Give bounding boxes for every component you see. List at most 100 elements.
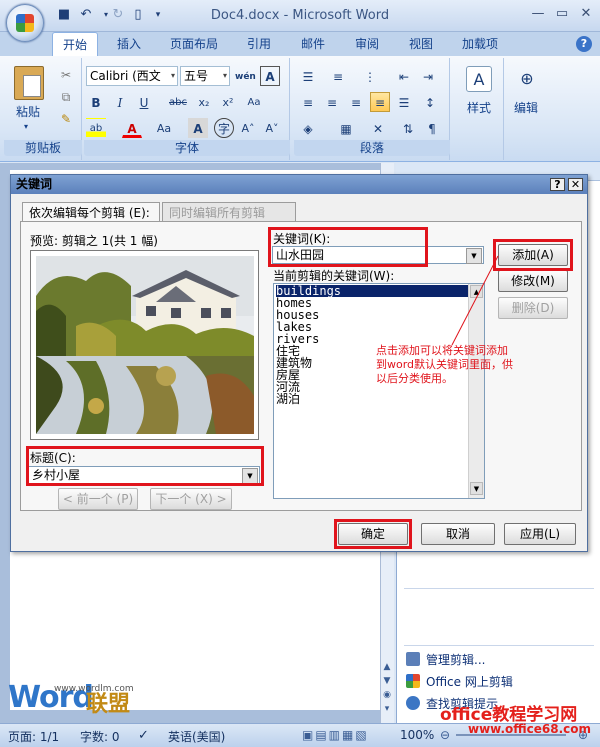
new-document-icon[interactable]: ▯ xyxy=(130,7,146,23)
scroll-nav-icons[interactable]: ▲ ▼ ◉ ▾ xyxy=(381,660,393,720)
tab-review[interactable]: 审阅 xyxy=(344,32,390,56)
distributed-icon[interactable]: ☰ xyxy=(394,92,414,112)
tab-insert[interactable]: 插入 xyxy=(106,32,152,56)
list-item[interactable]: 湖泊 xyxy=(276,393,300,405)
increase-indent-icon[interactable]: ⇥ xyxy=(418,66,438,86)
page-count[interactable]: 页面: 1/1 xyxy=(8,728,59,745)
styles-icon[interactable]: A xyxy=(466,66,492,92)
tab-mailings[interactable]: 邮件 xyxy=(290,32,336,56)
chinese-layout-icon[interactable]: ✕ xyxy=(368,118,388,138)
styles-button[interactable]: 样式 xyxy=(454,98,504,118)
scroll-down-icon[interactable]: ▼ xyxy=(470,482,483,495)
underline-icon[interactable]: U xyxy=(134,92,154,112)
show-marks-icon[interactable]: ¶ xyxy=(422,118,442,138)
align-right-icon[interactable]: ≡ xyxy=(346,92,366,112)
sort-icon[interactable]: ⇅ xyxy=(398,118,418,138)
cut-icon[interactable]: ✂ xyxy=(56,64,76,84)
next-clip-button[interactable]: 下一个 (X) > xyxy=(150,488,232,510)
cottage-painting-icon xyxy=(36,256,254,434)
proofing-icon[interactable]: ✓ xyxy=(138,728,149,743)
tab-page-layout[interactable]: 页面布局 xyxy=(162,32,226,56)
office68-url: www.office68.com xyxy=(468,722,592,736)
help-icon[interactable]: ? xyxy=(576,36,592,52)
decrease-indent-icon[interactable]: ⇤ xyxy=(394,66,414,86)
change-case-icon[interactable]: Aa xyxy=(154,118,174,138)
shrink-font-icon[interactable]: A˅ xyxy=(262,118,282,138)
strikethrough-icon[interactable]: abc xyxy=(168,92,188,112)
close-icon[interactable]: ✕ xyxy=(576,5,596,23)
tab-view[interactable]: 视图 xyxy=(398,32,444,56)
chevron-down-icon[interactable]: ▼ xyxy=(242,468,258,484)
align-center-icon[interactable]: ≡ xyxy=(322,92,342,112)
help-tips-icon xyxy=(406,696,420,710)
line-spacing-icon[interactable]: ↕ xyxy=(420,92,440,112)
annotation-arrow-icon xyxy=(451,255,499,346)
office-online-icon xyxy=(406,674,420,688)
keyword-input-value: 山水田园 xyxy=(276,248,325,262)
font-color-icon[interactable]: A xyxy=(122,118,142,138)
grow-font-icon[interactable]: A˄ xyxy=(238,118,258,138)
paste-button[interactable]: 粘贴 xyxy=(8,102,48,122)
align-left-icon[interactable]: ≡ xyxy=(298,92,318,112)
phonetic-guide-icon[interactable]: wén xyxy=(234,66,256,86)
apply-button[interactable]: 应用(L) xyxy=(504,523,576,545)
preview-label: 预览: 剪辑之 1(共 1 幅) xyxy=(30,234,158,248)
tab-edit-each-clip[interactable]: 依次编辑每个剪辑 (E): xyxy=(22,202,160,223)
current-keywords-label: 当前剪辑的关键词(W): xyxy=(273,269,395,283)
character-border-icon[interactable]: A xyxy=(260,66,280,86)
font-name-value: Calibri (西文 xyxy=(90,69,161,83)
paste-dropdown-icon[interactable]: ▾ xyxy=(24,122,28,131)
cancel-button[interactable]: 取消 xyxy=(421,523,495,545)
clipboard-group-label: 剪贴板 xyxy=(4,140,82,156)
font-size-combo[interactable]: 五号 ▾ xyxy=(180,66,230,86)
customize-toolbar-icon[interactable]: ▾ xyxy=(150,7,166,23)
italic-icon[interactable]: I xyxy=(110,92,130,112)
redo-icon[interactable]: ↻ xyxy=(110,7,126,23)
tab-addins[interactable]: 加载项 xyxy=(452,32,508,56)
zoom-level[interactable]: 100% xyxy=(400,728,434,742)
character-shading-icon[interactable]: A xyxy=(188,118,208,138)
save-icon[interactable]: ■ xyxy=(56,7,72,23)
undo-icon[interactable]: ↶ xyxy=(78,7,94,23)
wordlm-url: www.wordlm.com xyxy=(54,684,134,694)
editing-button[interactable]: 编辑 xyxy=(506,98,546,118)
view-buttons-icon[interactable]: ▣▤▥▦▧ xyxy=(302,728,369,742)
dialog-close-icon[interactable]: ✕ xyxy=(568,178,583,191)
clear-formatting-icon[interactable]: Aa xyxy=(244,92,264,112)
multilevel-list-icon[interactable]: ⋮ xyxy=(360,66,380,86)
caption-field[interactable]: 乡村小屋 ▼ xyxy=(28,466,260,484)
office-online-link[interactable]: Office 网上剪辑 xyxy=(406,673,513,691)
minimize-icon[interactable]: — xyxy=(528,5,548,23)
chevron-down-icon: ▾ xyxy=(170,71,175,80)
tab-edit-all-clips[interactable]: 同时编辑所有剪辑 (O): xyxy=(162,202,296,240)
manage-clips-text: 管理剪辑... xyxy=(426,653,486,667)
language-indicator[interactable]: 英语(美国) xyxy=(168,728,225,745)
bullets-icon[interactable]: ☰ xyxy=(298,66,318,86)
highlight-icon[interactable]: ab xyxy=(86,118,106,138)
previous-clip-button[interactable]: < 前一个 (P) xyxy=(58,488,138,510)
copy-icon[interactable]: ⧉ xyxy=(56,86,76,106)
zoom-out-icon[interactable]: ⊖ xyxy=(440,728,450,742)
ok-button[interactable]: 确定 xyxy=(338,523,408,545)
styles-group: A 样式 xyxy=(454,58,504,160)
bold-icon[interactable]: B xyxy=(86,92,106,112)
office-button[interactable] xyxy=(6,4,44,42)
find-binoculars-icon[interactable]: ⊕ xyxy=(514,66,540,92)
justify-icon[interactable]: ≡ xyxy=(370,92,390,112)
tab-home[interactable]: 开始 xyxy=(52,32,98,56)
enclose-characters-icon[interactable]: 字 xyxy=(214,118,234,138)
superscript-icon[interactable]: x² xyxy=(218,92,238,112)
tab-references[interactable]: 引用 xyxy=(236,32,282,56)
paste-icon[interactable] xyxy=(14,66,44,100)
maximize-icon[interactable]: ▭ xyxy=(552,5,572,23)
manage-clips-link[interactable]: 管理剪辑... xyxy=(406,651,485,669)
font-name-combo[interactable]: Calibri (西文 ▾ xyxy=(86,66,178,86)
dialog-help-icon[interactable]: ? xyxy=(550,178,565,191)
borders-icon[interactable]: ▦ xyxy=(336,118,356,138)
shading-icon[interactable]: ◈ xyxy=(298,118,318,138)
subscript-icon[interactable]: x₂ xyxy=(194,92,214,112)
word-count[interactable]: 字数: 0 xyxy=(80,728,120,745)
caption-value: 乡村小屋 xyxy=(32,468,81,482)
format-painter-icon[interactable]: ✎ xyxy=(56,108,76,128)
numbering-icon[interactable]: ≡ xyxy=(328,66,348,86)
